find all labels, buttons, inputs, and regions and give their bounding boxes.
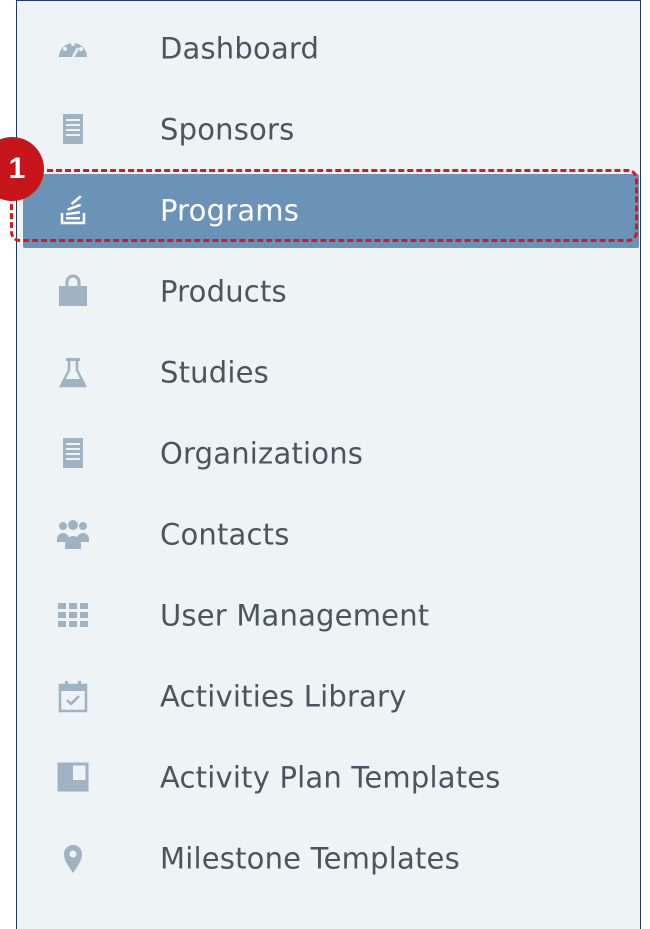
calendar-check-icon <box>54 677 92 715</box>
sidebar-item-sponsors[interactable]: Sponsors <box>17 90 640 171</box>
layout-icon <box>54 758 92 796</box>
sidebar-item-contacts[interactable]: Contacts <box>17 495 640 576</box>
sidebar-item-activities-library[interactable]: Activities Library <box>17 657 640 738</box>
sidebar-item-programs[interactable]: Programs <box>17 171 640 252</box>
sidebar-item-studies[interactable]: Studies <box>17 333 640 414</box>
sidebar-item-label: Milestone Templates <box>160 840 460 875</box>
sidebar-item-milestone-templates[interactable]: Milestone Templates <box>17 819 640 900</box>
shopping-bag-icon <box>54 272 92 310</box>
sidebar-item-activity-plan-templates[interactable]: Activity Plan Templates <box>17 738 640 819</box>
sidebar-nav: Dashboard Sponsors Programs Products Stu <box>16 0 641 929</box>
sidebar-item-label: Products <box>160 273 287 308</box>
users-icon <box>54 515 92 553</box>
document-icon <box>54 110 92 148</box>
document-icon <box>54 434 92 472</box>
sidebar-item-label: Studies <box>160 354 269 389</box>
sidebar-item-label: User Management <box>160 597 430 632</box>
sidebar-item-organizations[interactable]: Organizations <box>17 414 640 495</box>
sidebar-item-label: Activities Library <box>160 678 407 713</box>
sidebar-item-label: Sponsors <box>160 111 295 146</box>
dashboard-gauge-icon <box>54 29 92 67</box>
sidebar-menu: Dashboard Sponsors Programs Products Stu <box>17 9 640 900</box>
sidebar-item-label: Contacts <box>160 516 290 551</box>
sidebar-item-label: Programs <box>160 192 300 227</box>
sidebar-item-user-management[interactable]: User Management <box>17 576 640 657</box>
map-pin-icon <box>54 839 92 877</box>
sidebar-item-label: Dashboard <box>160 30 320 65</box>
sidebar-item-products[interactable]: Products <box>17 252 640 333</box>
sidebar-item-label: Organizations <box>160 435 364 470</box>
flask-icon <box>54 353 92 391</box>
sidebar-item-dashboard[interactable]: Dashboard <box>17 9 640 90</box>
sidebar-item-label: Activity Plan Templates <box>160 759 501 794</box>
grid-icon <box>54 596 92 634</box>
stack-icon <box>54 191 92 229</box>
